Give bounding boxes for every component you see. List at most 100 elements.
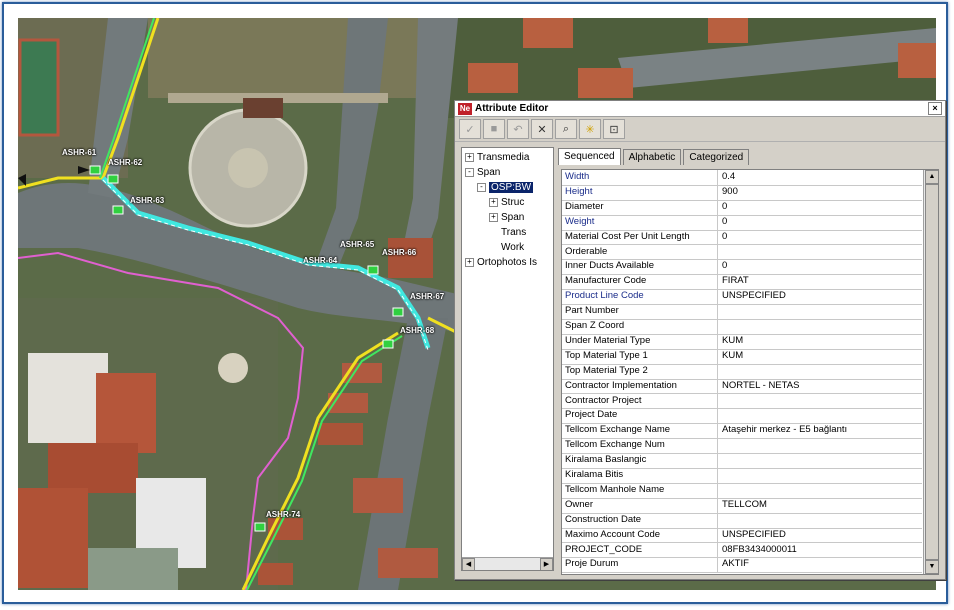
tree-node[interactable]: + Span <box>489 212 524 223</box>
undo-icon[interactable]: ↶ <box>507 119 529 139</box>
attribute-value[interactable]: 0 <box>718 259 727 274</box>
tree-node-label[interactable]: Work <box>501 242 524 253</box>
attribute-row[interactable]: Construction Date <box>562 512 922 529</box>
grid-vertical-scrollbar[interactable]: ▲ ▼ <box>923 170 938 574</box>
tree-node-label[interactable]: Struc <box>501 197 524 208</box>
scroll-down-icon[interactable]: ▼ <box>925 560 938 574</box>
attribute-value[interactable]: 0.4 <box>718 170 735 185</box>
tab-alphabetic[interactable]: Alphabetic <box>622 149 682 165</box>
attribute-row[interactable]: PROJECT_CODE 08FB3434000011 <box>562 542 922 559</box>
attribute-row[interactable]: Weight 0 <box>562 214 922 231</box>
tab-categorized[interactable]: Categorized <box>683 149 750 165</box>
attribute-editor-window[interactable]: Ne Attribute Editor × ✓ ■ ↶ ✕ ⌕ ✳ ⊡ + Tra… <box>454 100 946 580</box>
collapse-icon[interactable]: - <box>465 168 474 177</box>
attribute-value[interactable] <box>718 408 722 423</box>
tree-node[interactable]: + Ortophotos Is <box>465 257 537 268</box>
attribute-row[interactable]: Width 0.4 <box>562 170 922 186</box>
attribute-value[interactable]: 900 <box>718 185 738 200</box>
attribute-row[interactable]: Material Cost Per Unit Length 0 <box>562 229 922 246</box>
tab-sequenced[interactable]: Sequenced <box>558 148 621 165</box>
tree-node-label[interactable]: Span <box>477 167 500 178</box>
attribute-row[interactable]: Tellcom Exchange Name Ataşehir merkez - E… <box>562 423 922 440</box>
tree-node[interactable]: Work <box>489 242 524 253</box>
attribute-value[interactable] <box>718 304 722 319</box>
attribute-row[interactable]: Manufacturer Code FIRAT <box>562 274 922 291</box>
cross-icon[interactable]: ✕ <box>531 119 553 139</box>
expand-icon[interactable]: + <box>465 258 474 267</box>
attribute-row[interactable]: Contractor Implementation NORTEL - NETAS <box>562 378 922 395</box>
attribute-row[interactable]: Kiralama Baslangic <box>562 453 922 469</box>
attribute-value[interactable]: UNSPECIFIED <box>718 528 786 543</box>
attribute-row[interactable]: Project Date <box>562 408 922 425</box>
attribute-row[interactable]: Maximo Account Code UNSPECIFIED <box>562 527 922 544</box>
attribute-value[interactable]: FIRAT <box>718 274 749 289</box>
attribute-value[interactable]: NORTEL - NETAS <box>718 379 799 394</box>
close-button[interactable]: × <box>928 102 942 115</box>
tree-node-label[interactable]: Ortophotos Is <box>477 257 537 268</box>
attribute-value[interactable]: KUM <box>718 334 743 349</box>
expand-icon[interactable]: + <box>465 153 474 162</box>
attribute-row[interactable]: Height 900 <box>562 184 922 201</box>
attribute-value[interactable]: 0 <box>718 215 727 230</box>
attribute-row[interactable]: Top Material Type 1 KUM <box>562 348 922 365</box>
attribute-value[interactable] <box>718 245 722 260</box>
attribute-value[interactable] <box>718 438 722 453</box>
attribute-row[interactable]: Contractor Project <box>562 393 922 410</box>
attribute-row[interactable]: Diameter 0 <box>562 199 922 216</box>
attribute-value[interactable]: KUM <box>718 349 743 364</box>
attribute-row[interactable]: Proje Durum AKTIF <box>562 557 922 574</box>
tree-node[interactable]: + Transmedia <box>465 152 529 163</box>
attribute-value[interactable]: TELLCOM <box>718 498 767 513</box>
attribute-value[interactable] <box>718 319 722 334</box>
attribute-row[interactable]: Inner Ducts Available 0 <box>562 259 922 276</box>
tree-node-label[interactable]: Transmedia <box>477 152 529 163</box>
stop-icon[interactable]: ■ <box>483 119 505 139</box>
tree-node-label[interactable]: Span <box>501 212 524 223</box>
tree-node[interactable]: - OSP:BW <box>477 182 534 193</box>
tree-node[interactable]: + Struc <box>489 197 524 208</box>
find-icon[interactable]: ⌕ <box>555 119 577 139</box>
scroll-thumb[interactable] <box>925 184 938 560</box>
scroll-right-icon[interactable]: ▶ <box>540 558 553 570</box>
attribute-grid[interactable]: Width 0.4 Height 900 Diameter 0 Weight 0 Materia… <box>561 169 939 575</box>
attribute-row[interactable]: Kiralama Bitis <box>562 468 922 484</box>
tree-node-label[interactable]: OSP:BW <box>489 182 534 193</box>
attribute-value[interactable] <box>718 468 722 483</box>
attribute-row[interactable]: Tellcom Exchange Num <box>562 438 922 455</box>
title-bar[interactable]: Ne Attribute Editor × <box>455 101 945 117</box>
map-label: ASHR-64 <box>303 256 338 265</box>
attribute-value[interactable]: 0 <box>718 230 727 245</box>
attribute-row[interactable]: Tellcom Manhole Name <box>562 482 922 499</box>
check-icon[interactable]: ✓ <box>459 119 481 139</box>
collapse-icon[interactable]: - <box>477 183 486 192</box>
tree-node-label[interactable]: Trans <box>501 227 526 238</box>
scroll-up-icon[interactable]: ▲ <box>925 170 938 184</box>
attribute-value[interactable]: Ataşehir merkez - E5 bağlantı <box>718 423 847 438</box>
attribute-row[interactable]: Top Material Type 2 <box>562 363 922 380</box>
expand-icon[interactable]: + <box>489 213 498 222</box>
attribute-value[interactable] <box>718 483 722 498</box>
tree-node[interactable]: Trans <box>489 227 526 238</box>
attribute-value[interactable] <box>718 364 722 379</box>
attribute-value[interactable] <box>718 513 722 528</box>
attribute-value[interactable] <box>718 453 722 468</box>
flash-icon[interactable]: ✳ <box>579 119 601 139</box>
tree-node[interactable]: - Span <box>465 167 500 178</box>
attribute-value[interactable] <box>718 394 722 409</box>
attribute-row[interactable]: Owner TELLCOM <box>562 497 922 514</box>
feature-tree[interactable]: + Transmedia - Span - OSP:BW + Struc + Span Trans W… <box>461 147 554 571</box>
attribute-value[interactable]: 0 <box>718 200 727 215</box>
zoom-to-icon[interactable]: ⊡ <box>603 119 625 139</box>
attribute-row[interactable]: Product Line Code UNSPECIFIED <box>562 289 922 306</box>
attribute-value[interactable]: 08FB3434000011 <box>718 543 797 558</box>
attribute-name: Kiralama Bitis <box>562 468 718 483</box>
expand-icon[interactable]: + <box>489 198 498 207</box>
attribute-row[interactable]: Under Material Type KUM <box>562 333 922 350</box>
attribute-row[interactable]: Span Z Coord <box>562 319 922 335</box>
attribute-value[interactable]: UNSPECIFIED <box>718 289 786 304</box>
scroll-left-icon[interactable]: ◀ <box>462 558 475 570</box>
attribute-row[interactable]: Part Number <box>562 304 922 320</box>
attribute-value[interactable]: AKTIF <box>718 557 749 572</box>
tree-horizontal-scrollbar[interactable]: ◀ ▶ <box>462 557 553 570</box>
attribute-row[interactable]: Orderable <box>562 244 922 261</box>
